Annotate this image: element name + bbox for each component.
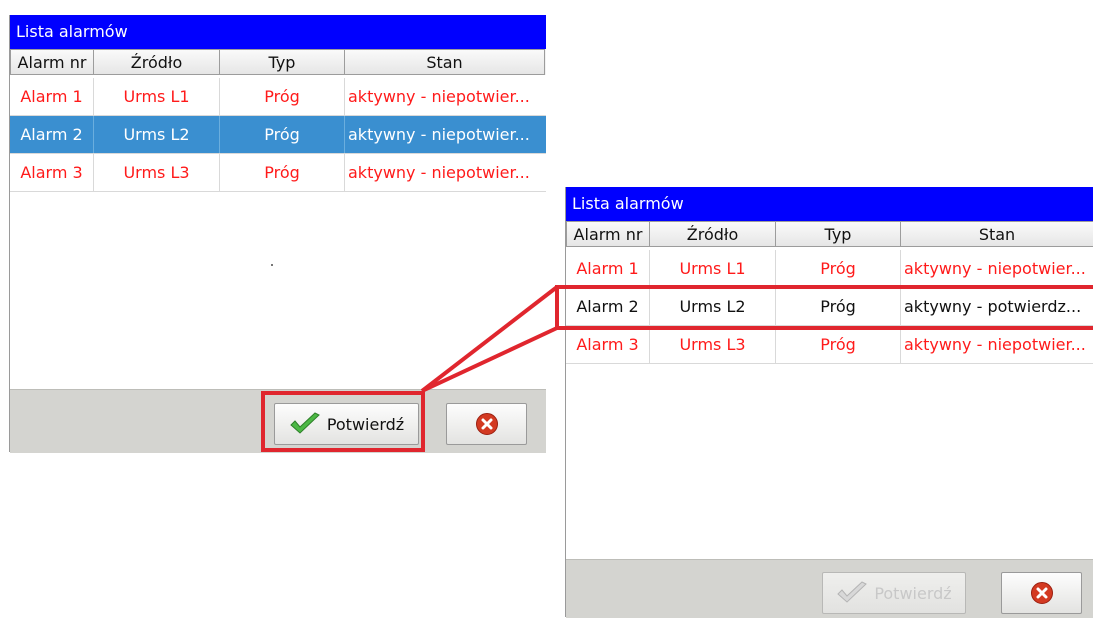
col-source[interactable]: Źródło	[650, 221, 776, 247]
cell-type: Próg	[776, 326, 901, 363]
table-row[interactable]: Alarm 1 Urms L1 Próg aktywny - niepotwie…	[566, 250, 1093, 288]
cell-source: Urms L1	[650, 250, 776, 287]
table-row[interactable]: Alarm 3 Urms L3 Próg aktywny - niepotwie…	[566, 326, 1093, 364]
col-state[interactable]: Stan	[345, 49, 545, 75]
col-state[interactable]: Stan	[901, 221, 1093, 247]
cell-state: aktywny - niepotwier...	[904, 335, 1086, 354]
cell-source: Urms L1	[94, 78, 220, 115]
stray-dot	[271, 264, 273, 266]
cell-state: aktywny - niepotwier...	[348, 87, 530, 106]
confirmed-row-highlight	[555, 285, 1093, 330]
cell-alarm-nr: Alarm 2	[10, 116, 94, 153]
col-source[interactable]: Źródło	[94, 49, 220, 75]
col-alarm-nr[interactable]: Alarm nr	[566, 221, 650, 247]
cell-type: Próg	[220, 116, 345, 153]
cell-source: Urms L2	[94, 116, 220, 153]
cell-state: aktywny - niepotwier...	[348, 163, 530, 182]
col-type[interactable]: Typ	[776, 221, 901, 247]
confirm-button-disabled[interactable]: Potwierdź	[822, 572, 966, 614]
window-title: Lista alarmów	[566, 187, 1093, 221]
window-title: Lista alarmów	[10, 15, 546, 49]
close-button[interactable]	[1001, 572, 1082, 614]
button-bar: Potwierdź	[566, 559, 1093, 618]
cell-alarm-nr: Alarm 1	[10, 78, 94, 115]
cell-type: Próg	[220, 154, 345, 191]
col-alarm-nr[interactable]: Alarm nr	[10, 49, 94, 75]
table-header: Alarm nr Źródło Typ Stan	[566, 221, 1093, 247]
cell-alarm-nr: Alarm 1	[566, 250, 650, 287]
close-button[interactable]	[446, 403, 527, 445]
close-x-icon	[1030, 582, 1053, 604]
cell-type: Próg	[776, 250, 901, 287]
alarm-list-window-after: Lista alarmów Alarm nr Źródło Typ Stan A…	[565, 187, 1093, 618]
cell-alarm-nr: Alarm 3	[10, 154, 94, 191]
table-row[interactable]: Alarm 3 Urms L3 Próg aktywny - niepotwie…	[10, 154, 546, 192]
table-header: Alarm nr Źródło Typ Stan	[10, 49, 546, 75]
close-x-icon	[475, 413, 498, 435]
cell-type: Próg	[220, 78, 345, 115]
checkmark-icon	[837, 581, 868, 603]
confirm-button-highlight	[261, 391, 425, 452]
alarm-list-window-before: Lista alarmów Alarm nr Źródło Typ Stan A…	[9, 15, 546, 453]
cell-source: Urms L3	[94, 154, 220, 191]
col-type[interactable]: Typ	[220, 49, 345, 75]
table-row[interactable]: Alarm 1 Urms L1 Próg aktywny - niepotwie…	[10, 78, 546, 116]
cell-state: aktywny - niepotwier...	[348, 125, 530, 144]
cell-source: Urms L3	[650, 326, 776, 363]
cell-alarm-nr: Alarm 3	[566, 326, 650, 363]
cell-state: aktywny - niepotwier...	[904, 259, 1086, 278]
table-row-selected[interactable]: Alarm 2 Urms L2 Próg aktywny - niepotwie…	[10, 116, 546, 154]
confirm-label: Potwierdź	[874, 583, 952, 603]
